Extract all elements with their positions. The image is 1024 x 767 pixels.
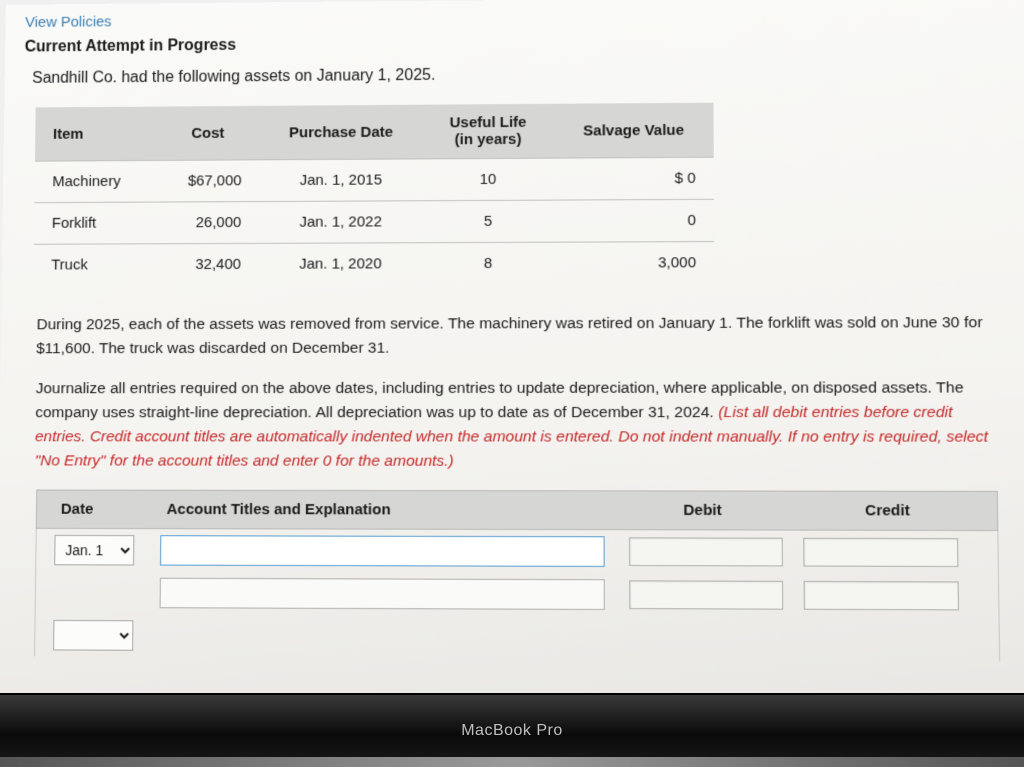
credit-input[interactable] <box>803 538 958 567</box>
debit-input[interactable] <box>629 580 783 609</box>
table-row: Forklift 26,000 Jan. 1, 2022 5 0 <box>34 199 714 244</box>
journal-row <box>35 571 1000 618</box>
cell-salvage: 3,000 <box>554 242 715 284</box>
paragraph-2: Journalize all entries required on the a… <box>35 376 1000 474</box>
cell-cost: 32,400 <box>154 243 259 285</box>
journal-area: Date Account Titles and Explanation Debi… <box>34 490 1000 662</box>
jh-date: Date <box>37 501 157 518</box>
cell-item: Forklift <box>34 202 155 244</box>
jh-credit: Credit <box>795 502 981 520</box>
view-policies-link[interactable]: View Policies <box>25 14 112 31</box>
journal-header: Date Account Titles and Explanation Debi… <box>36 490 999 531</box>
intro-text: Sandhill Co. had the following assets on… <box>24 62 1010 87</box>
jh-debit: Debit <box>611 502 795 520</box>
date-select[interactable] <box>53 620 133 651</box>
cell-life: 8 <box>422 242 554 284</box>
th-life-bottom: (in years) <box>440 131 535 149</box>
page-container: View Policies Current Attempt in Progres… <box>0 0 1024 709</box>
cell-salvage: $ 0 <box>554 157 714 200</box>
cell-item: Truck <box>33 244 155 286</box>
cell-cost: $67,000 <box>155 160 259 202</box>
cell-life: 10 <box>422 158 554 201</box>
debit-input[interactable] <box>629 537 783 566</box>
table-row: Truck 32,400 Jan. 1, 2020 8 3,000 <box>33 242 714 286</box>
date-select[interactable]: Jan. 1 <box>54 535 134 566</box>
jh-account-titles: Account Titles and Explanation <box>157 501 611 519</box>
cell-date: Jan. 1, 2020 <box>259 243 422 285</box>
th-purchase-date: Purchase Date <box>260 105 423 160</box>
table-row: Machinery $67,000 Jan. 1, 2015 10 $ 0 <box>34 157 714 202</box>
cell-date: Jan. 1, 2022 <box>259 201 422 244</box>
cell-item: Machinery <box>34 160 155 202</box>
journal-row: Jan. 1 <box>35 529 999 575</box>
cell-salvage: 0 <box>554 199 714 242</box>
th-cost: Cost <box>156 106 260 161</box>
paragraph-1: During 2025, each of the assets was remo… <box>36 311 998 361</box>
th-salvage: Salvage Value <box>554 103 714 158</box>
laptop-bezel: MacBook Pro <box>0 693 1024 767</box>
credit-input[interactable] <box>804 581 959 610</box>
laptop-hinge <box>0 757 1024 767</box>
th-item: Item <box>35 107 156 162</box>
attempt-heading: Current Attempt in Progress <box>25 30 1010 56</box>
th-useful-life: Useful Life (in years) <box>422 104 554 159</box>
assets-table: Item Cost Purchase Date Useful Life (in … <box>33 103 714 286</box>
cell-life: 5 <box>422 200 554 243</box>
laptop-brand: MacBook Pro <box>461 722 563 740</box>
account-title-input[interactable] <box>160 535 605 567</box>
account-title-input[interactable] <box>160 578 605 610</box>
th-life-top: Useful Life <box>440 114 535 132</box>
cell-date: Jan. 1, 2015 <box>259 159 422 202</box>
journal-row <box>34 614 1000 662</box>
cell-cost: 26,000 <box>155 202 260 244</box>
assets-header-row: Item Cost Purchase Date Useful Life (in … <box>35 103 714 161</box>
